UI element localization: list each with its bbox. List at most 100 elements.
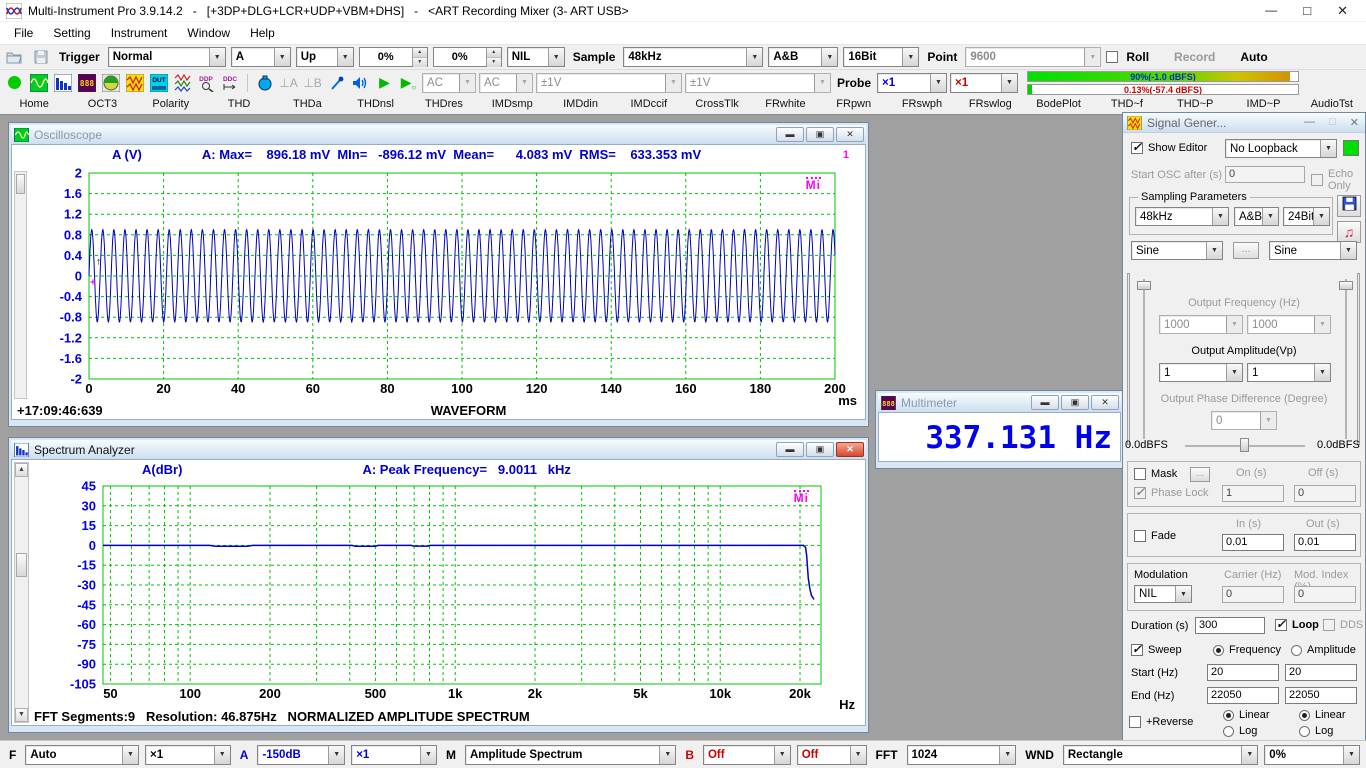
menu-instrument[interactable]: Instrument — [101, 23, 178, 43]
menu-setting[interactable]: Setting — [43, 23, 100, 43]
mask-more-button[interactable]: ... — [1190, 467, 1210, 482]
close-button[interactable]: ✕ — [1337, 3, 1348, 19]
echo-only-checkbox[interactable]: Echo Only — [1311, 168, 1365, 192]
mod-index-input[interactable]: 0 — [1294, 586, 1356, 603]
derived-data-point-button[interactable]: DDP — [196, 72, 217, 93]
spectrum-plot[interactable]: 4530150-15-30-45-60-75-90-10550100200500… — [31, 480, 865, 710]
menu-help[interactable]: Help — [240, 23, 285, 43]
show-editor-checkbox[interactable]: Show Editor — [1131, 142, 1207, 154]
sweep-checkbox[interactable]: Sweep — [1131, 644, 1182, 656]
tab-imdccif[interactable]: IMDccif — [615, 95, 683, 114]
signal-generator-button[interactable] — [124, 72, 145, 93]
multimeter-button[interactable]: 888 — [76, 72, 97, 93]
run-hold-button[interactable]: ▶○ — [398, 72, 419, 93]
signal-generator-titlebar[interactable]: Signal Gener... — □ ✕ — [1123, 113, 1365, 133]
menu-window[interactable]: Window — [177, 23, 240, 43]
sample-channels-select[interactable]: A&B▼ — [768, 47, 838, 67]
trigger-delay-spinner[interactable]: 0%▲▼ — [433, 47, 502, 67]
tab-imdsmp[interactable]: IMDsmp — [478, 95, 546, 114]
multimeter-titlebar[interactable]: 888 Multimeter ▬ ▣ ✕ — [878, 393, 1121, 412]
oscilloscope-button[interactable] — [28, 72, 49, 93]
probe-calibration-button[interactable] — [326, 72, 347, 93]
maximize-button[interactable]: □ — [1303, 3, 1311, 19]
trigger-level-spinner[interactable]: 0%▲▼ — [359, 47, 428, 67]
a-range-select[interactable]: -150dB▼ — [257, 745, 345, 765]
scope-scrollbar[interactable] — [14, 171, 27, 399]
sweep-start-b-input[interactable]: 20 — [1285, 664, 1357, 681]
sweep-start-a-input[interactable]: 20 — [1207, 664, 1279, 681]
sweep-end-b-input[interactable]: 22050 — [1285, 687, 1357, 704]
a-mult-select[interactable]: ×1▼ — [351, 745, 437, 765]
restore-button[interactable]: ▣ — [806, 127, 834, 142]
minimize-button[interactable]: — — [1304, 116, 1315, 129]
close-button[interactable]: ✕ — [836, 442, 864, 457]
close-button[interactable]: ✕ — [1091, 395, 1119, 410]
fade-out-input[interactable]: 0.01 — [1294, 534, 1356, 551]
reverse-checkbox[interactable]: +Reverse — [1129, 716, 1193, 728]
amplitude-a-select[interactable]: 1▼ — [1159, 363, 1243, 382]
frequency-b-select[interactable]: 1000▼ — [1247, 315, 1331, 334]
sound-output-button[interactable] — [350, 72, 371, 93]
waveform-a-select[interactable]: Sine▼ — [1131, 241, 1223, 260]
carrier-input[interactable]: 0 — [1222, 586, 1284, 603]
b-mode-select[interactable]: Off▼ — [703, 745, 791, 765]
tab-frswph[interactable]: FRswph — [888, 95, 956, 114]
coupling-b-select[interactable]: AC▼ — [479, 73, 533, 93]
scrollbar-thumb[interactable] — [16, 553, 27, 577]
range-b-select[interactable]: ±1V▼ — [685, 73, 831, 93]
phase-select[interactable]: 0▼ — [1211, 411, 1277, 430]
fade-in-input[interactable]: 0.01 — [1222, 534, 1284, 551]
gen-bits-select[interactable]: 24Bit▼ — [1283, 207, 1330, 226]
measurement-mode-select[interactable]: Amplitude Spectrum▼ — [465, 745, 676, 765]
tab-home[interactable]: Home — [0, 95, 68, 114]
trigger-source-select[interactable]: A▼ — [231, 47, 291, 67]
minimize-button[interactable]: — — [1265, 3, 1277, 19]
tab-frpwn[interactable]: FRpwn — [820, 95, 888, 114]
tab-imddin[interactable]: IMDdin — [546, 95, 614, 114]
start-osc-input[interactable]: 0 — [1225, 166, 1305, 183]
fade-checkbox[interactable]: Fade — [1134, 530, 1176, 542]
spectrum-analyzer-button[interactable] — [52, 72, 73, 93]
roll-checkbox[interactable]: Roll — [1106, 50, 1152, 64]
spectrum-scrollbar[interactable]: ▲ ▼ — [14, 462, 29, 723]
mask-off-input[interactable]: 0 — [1294, 485, 1356, 502]
point-count-select[interactable]: 9600▼ — [965, 47, 1101, 67]
sample-rate-select[interactable]: 48kHz▼ — [623, 47, 763, 67]
scale-a-log-radio[interactable]: Log — [1223, 725, 1257, 737]
calibration-button[interactable] — [254, 72, 275, 93]
loop-checkbox[interactable]: Loop — [1275, 619, 1319, 631]
open-file-button[interactable] — [4, 47, 25, 68]
sweep-end-a-input[interactable]: 22050 — [1207, 687, 1279, 704]
level-b-slider[interactable] — [1339, 281, 1353, 290]
oscilloscope-plot[interactable]: 21.61.20.80.40-0.4-0.8-1.2-1.6-202040608… — [29, 167, 865, 407]
scale-b-linear-radio[interactable]: Linear — [1299, 709, 1346, 721]
data-logger-button[interactable]: DDC — [220, 72, 241, 93]
device-test-plan-button[interactable]: DUT — [148, 72, 169, 93]
zero-a-button[interactable]: ⊥A — [278, 72, 299, 93]
tab-oct3[interactable]: OCT3 — [68, 95, 136, 114]
trigger-mode-select[interactable]: Normal▼ — [108, 47, 226, 67]
coupling-a-select[interactable]: AC▼ — [422, 73, 476, 93]
frequency-mode-select[interactable]: Auto▼ — [25, 745, 139, 765]
frequency-mult-select[interactable]: ×1▼ — [145, 745, 231, 765]
restore-button[interactable]: ▣ — [806, 442, 834, 457]
tab-frswlog[interactable]: FRswlog — [956, 95, 1024, 114]
close-button[interactable]: ✕ — [836, 127, 864, 142]
gen-save-button[interactable] — [1337, 195, 1361, 217]
zero-b-button[interactable]: ⊥B — [302, 72, 323, 93]
phase-lock-checkbox[interactable]: Phase Lock — [1134, 487, 1208, 499]
tab-thda[interactable]: THDa — [273, 95, 341, 114]
balance-slider[interactable] — [1240, 438, 1249, 452]
tab-bodeplot[interactable]: BodePlot — [1024, 95, 1092, 114]
gen-channels-select[interactable]: A&B▼ — [1234, 207, 1279, 226]
spinner-arrows[interactable]: ▲▼ — [486, 48, 501, 66]
mask-on-input[interactable]: 1 — [1222, 485, 1284, 502]
restore-button[interactable]: ▣ — [1061, 395, 1089, 410]
sweep-amplitude-radio[interactable]: Amplitude — [1291, 644, 1356, 656]
duration-input[interactable]: 300 — [1195, 617, 1265, 634]
record-toggle-button[interactable] — [4, 72, 25, 93]
level-a-slider[interactable] — [1137, 281, 1151, 290]
mask-checkbox[interactable]: Mask — [1134, 468, 1177, 480]
tab-frwhite[interactable]: FRwhite — [751, 95, 819, 114]
auto-button[interactable]: Auto — [1237, 50, 1270, 64]
